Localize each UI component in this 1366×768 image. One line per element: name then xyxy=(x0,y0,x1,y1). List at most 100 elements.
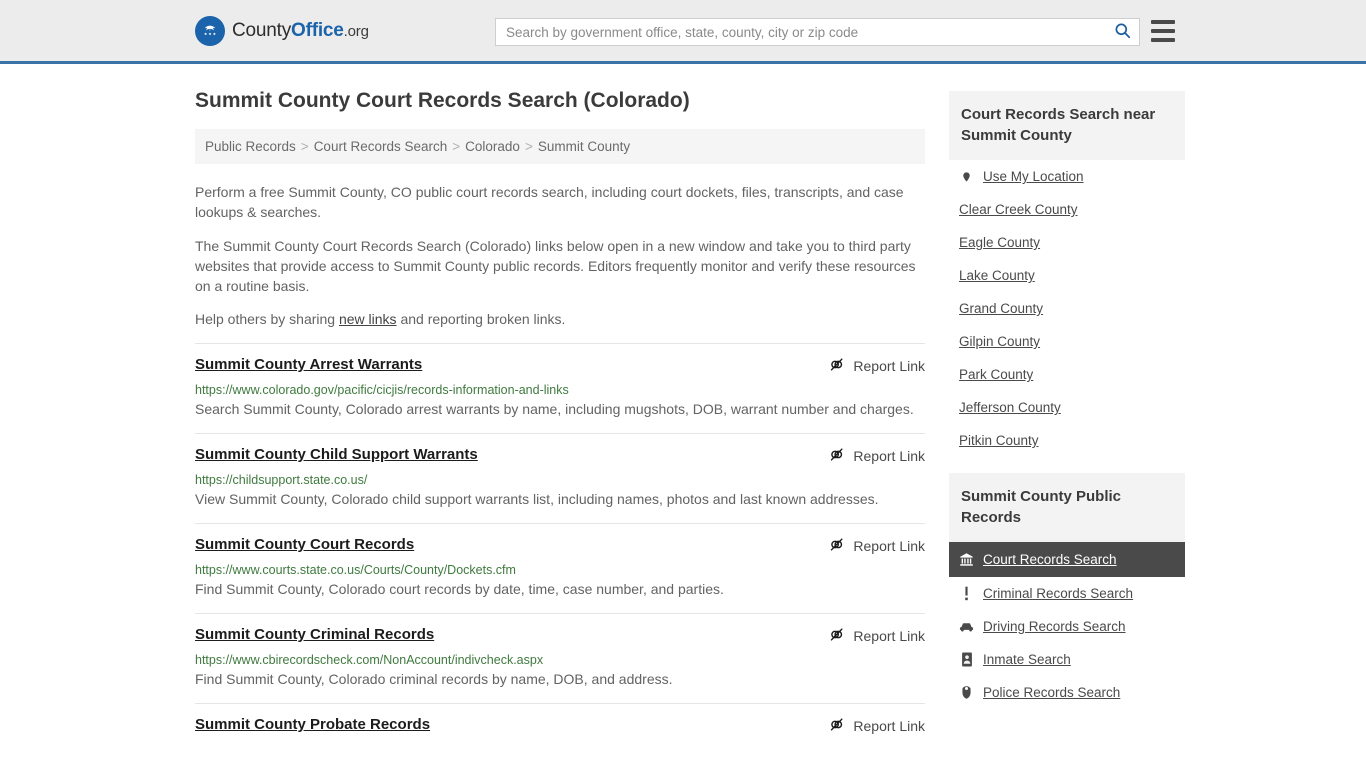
report-link-button[interactable]: Report Link xyxy=(828,626,925,646)
sidebar-item-court-records-search[interactable]: Court Records Search xyxy=(949,542,1185,577)
sidebar-item-pitkin-county[interactable]: Pitkin County xyxy=(949,424,1185,457)
sidebar-item-lake-county[interactable]: Lake County xyxy=(949,259,1185,292)
breadcrumb-item-court-records-search[interactable]: Court Records Search xyxy=(314,139,448,154)
sidebar-item-park-county[interactable]: Park County xyxy=(949,358,1185,391)
sidebar-item-label[interactable]: Court Records Search xyxy=(983,552,1117,567)
search-input[interactable] xyxy=(496,24,1105,40)
sidebar-item-gilpin-county[interactable]: Gilpin County xyxy=(949,325,1185,358)
sidebar-item-driving-records-search[interactable]: Driving Records Search xyxy=(949,610,1185,643)
result-item: Summit County Court Records Report Link … xyxy=(195,522,925,613)
report-link-label: Report Link xyxy=(853,627,925,644)
result-header: Summit County Probate Records Report Lin… xyxy=(195,716,925,736)
car-icon xyxy=(959,621,974,633)
new-links-link[interactable]: new links xyxy=(339,311,397,327)
sidebar-item-label[interactable]: Police Records Search xyxy=(983,685,1120,700)
report-link-button[interactable]: Report Link xyxy=(828,536,925,556)
report-link-button[interactable]: Report Link xyxy=(828,716,925,736)
result-title-link[interactable]: Summit County Probate Records xyxy=(195,716,430,733)
result-title-link[interactable]: Summit County Child Support Warrants xyxy=(195,446,478,463)
result-description: View Summit County, Colorado child suppo… xyxy=(195,490,879,507)
search-button[interactable] xyxy=(1105,19,1139,45)
sidebar-item-eagle-county[interactable]: Eagle County xyxy=(949,226,1185,259)
sidebar-item-label[interactable]: Eagle County xyxy=(959,235,1040,250)
id-card-icon xyxy=(959,652,974,667)
result-title-link[interactable]: Summit County Court Records xyxy=(195,536,414,553)
broken-link-icon xyxy=(828,356,845,376)
sidebar-item-label[interactable]: Grand County xyxy=(959,301,1043,316)
sidebar-item-jefferson-county[interactable]: Jefferson County xyxy=(949,391,1185,424)
result-url: https://www.cbirecordscheck.com/NonAccou… xyxy=(195,652,544,667)
intro-paragraph-2: The Summit County Court Records Search (… xyxy=(195,237,916,295)
sidebar-divider xyxy=(949,457,1185,473)
sidebar-nearby-heading: Court Records Search near Summit County xyxy=(949,91,1185,160)
eagle-stars-seal-icon xyxy=(195,15,225,46)
result-url: https://childsupport.state.co.us/ xyxy=(195,472,368,487)
page-title: Summit County Court Records Search (Colo… xyxy=(195,89,690,112)
sidebar-item-label[interactable]: Lake County xyxy=(959,268,1035,283)
result-url: https://www.courts.state.co.us/Courts/Co… xyxy=(195,562,516,577)
sidebar: Court Records Search near Summit County … xyxy=(949,64,1185,709)
sidebar-item-label[interactable]: Pitkin County xyxy=(959,433,1039,448)
exclamation-icon xyxy=(959,586,974,601)
breadcrumb-separator: > xyxy=(524,139,533,154)
sidebar-item-label[interactable]: Jefferson County xyxy=(959,400,1061,415)
result-item: Summit County Arrest Warrants Report Lin… xyxy=(195,342,925,433)
sidebar-item-label[interactable]: Inmate Search xyxy=(983,652,1071,667)
hamburger-bar xyxy=(1151,38,1175,42)
report-link-label: Report Link xyxy=(853,447,925,464)
sidebar-public-records-heading: Summit County Public Records xyxy=(949,473,1185,542)
sidebar-nearby-list: Use My Location Clear Creek County Eagle… xyxy=(949,160,1185,457)
logo-text-office: Office xyxy=(291,19,344,41)
sidebar-item-clear-creek-county[interactable]: Clear Creek County xyxy=(949,193,1185,226)
result-header: Summit County Criminal Records Report Li… xyxy=(195,626,925,646)
sidebar-item-label[interactable]: Criminal Records Search xyxy=(983,586,1133,601)
breadcrumb-separator: > xyxy=(452,139,461,154)
sidebar-item-label[interactable]: Driving Records Search xyxy=(983,619,1126,634)
broken-link-icon xyxy=(828,716,845,736)
sidebar-item-label[interactable]: Clear Creek County xyxy=(959,202,1078,217)
sidebar-item-police-records-search[interactable]: Police Records Search xyxy=(949,676,1185,709)
intro-text-after: and reporting broken links. xyxy=(396,311,566,328)
sidebar-item-label[interactable]: Gilpin County xyxy=(959,334,1040,349)
result-title-link[interactable]: Summit County Criminal Records xyxy=(195,626,434,643)
broken-link-icon xyxy=(828,446,845,466)
sidebar-item-grand-county[interactable]: Grand County xyxy=(949,292,1185,325)
sidebar-item-label[interactable]: Use My Location xyxy=(983,169,1084,184)
result-description: Search Summit County, Colorado arrest wa… xyxy=(195,400,914,417)
breadcrumb-item-colorado[interactable]: Colorado xyxy=(465,139,520,154)
main-content: Summit County Court Records Search (Colo… xyxy=(195,64,925,749)
result-header: Summit County Arrest Warrants Report Lin… xyxy=(195,356,925,376)
result-header: Summit County Court Records Report Link xyxy=(195,536,925,556)
site-logo-text: CountyOffice.org xyxy=(232,20,369,42)
search-bar[interactable] xyxy=(495,18,1140,46)
site-logo[interactable]: CountyOffice.org xyxy=(195,15,369,46)
result-url: https://www.colorado.gov/pacific/cicjis/… xyxy=(195,382,569,397)
broken-link-icon xyxy=(828,536,845,556)
report-link-label: Report Link xyxy=(853,537,925,554)
breadcrumb-item-summit-county[interactable]: Summit County xyxy=(538,139,630,154)
sidebar-item-criminal-records-search[interactable]: Criminal Records Search xyxy=(949,577,1185,610)
hamburger-bar xyxy=(1151,20,1175,24)
sidebar-item-label[interactable]: Park County xyxy=(959,367,1033,382)
report-link-button[interactable]: Report Link xyxy=(828,446,925,466)
hamburger-bar xyxy=(1151,29,1175,33)
hamburger-menu-icon[interactable] xyxy=(1151,20,1175,42)
breadcrumb-separator: > xyxy=(300,139,309,154)
sidebar-item-use-my-location[interactable]: Use My Location xyxy=(949,160,1185,193)
logo-text-org: .org xyxy=(343,22,369,40)
search-icon xyxy=(1113,21,1132,43)
report-link-button[interactable]: Report Link xyxy=(828,356,925,376)
result-header: Summit County Child Support Warrants Rep… xyxy=(195,446,925,466)
intro-paragraph-3: Help others by sharing new links and rep… xyxy=(195,309,925,329)
site-header: CountyOffice.org xyxy=(0,0,1366,64)
courthouse-icon xyxy=(959,552,974,567)
sidebar-public-records-list: Court Records Search Criminal Records Se… xyxy=(949,542,1185,709)
sidebar-item-inmate-search[interactable]: Inmate Search xyxy=(949,643,1185,676)
result-title-link[interactable]: Summit County Arrest Warrants xyxy=(195,356,422,373)
broken-link-icon xyxy=(828,626,845,646)
result-item: Summit County Probate Records Report Lin… xyxy=(195,702,925,749)
page-body: Summit County Court Records Search (Colo… xyxy=(0,64,1366,749)
result-item: Summit County Criminal Records Report Li… xyxy=(195,612,925,703)
result-description: Find Summit County, Colorado court recor… xyxy=(195,580,724,597)
breadcrumb-item-public-records[interactable]: Public Records xyxy=(205,139,296,154)
